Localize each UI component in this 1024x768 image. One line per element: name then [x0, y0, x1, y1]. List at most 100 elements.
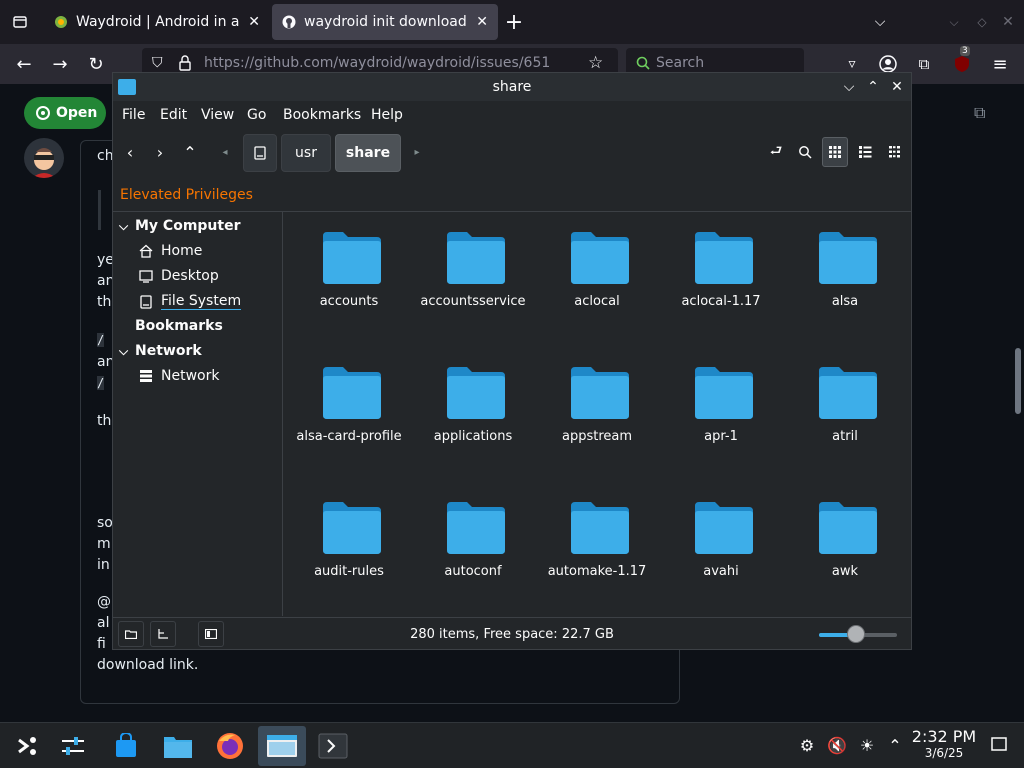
firefox-icon[interactable]	[207, 726, 253, 766]
extensions-icon[interactable]: ⧉	[912, 52, 936, 76]
reload-icon[interactable]: ↻	[84, 52, 108, 76]
folder-name: alsa	[831, 294, 859, 309]
brightness-icon[interactable]: ☀	[856, 736, 878, 755]
folder-item[interactable]: aclocal-1.17	[659, 212, 783, 342]
comment-text: al	[97, 615, 110, 631]
dolphin-task-icon[interactable]	[258, 726, 306, 766]
elevated-privileges-banner: Elevated Privileges	[120, 187, 253, 203]
menu-go[interactable]: Go	[247, 107, 266, 123]
taskbar: ⚙ 🔇 ☀ ⌃ 2:32 PM 3/6/25	[0, 722, 1024, 768]
places-item-file-system[interactable]: File System	[139, 293, 242, 310]
places-group-network[interactable]: ⌵ Network	[119, 343, 202, 359]
back-icon[interactable]: ‹	[118, 139, 142, 165]
app-launcher-icon[interactable]	[4, 726, 50, 766]
tab-github-issue[interactable]: waydroid init download ge ✕	[272, 4, 498, 40]
menu-icon[interactable]: ≡	[988, 52, 1012, 76]
close-tab-icon[interactable]: ✕	[248, 14, 260, 30]
close-browser-icon[interactable]: ✕	[996, 10, 1020, 34]
clock[interactable]: 2:32 PM 3/6/25	[908, 727, 980, 760]
folder-name: audit-rules	[314, 564, 384, 579]
place-label: Home	[161, 243, 203, 259]
copy-icon[interactable]: ⧉	[974, 103, 985, 123]
page-scrollbar-thumb[interactable]	[1015, 348, 1021, 414]
avatar[interactable]	[24, 138, 64, 178]
places-item-network[interactable]: Network	[139, 368, 219, 384]
folder-icon	[819, 232, 877, 284]
folder-name: accountsservice	[420, 294, 526, 309]
terminal-icon[interactable]	[310, 726, 356, 766]
window-titlebar[interactable]: share ⌵ ⌃ ✕	[113, 73, 911, 101]
folder-item[interactable]: autoconf	[411, 482, 535, 612]
drive-icon	[139, 294, 161, 309]
file-view[interactable]: accounts accountsservice aclocal aclocal-1.…	[284, 212, 911, 616]
tab-waydroid[interactable]: Waydroid | Android in a Li ✕	[44, 4, 270, 40]
up-icon[interactable]: ⌃	[178, 139, 202, 165]
breadcrumb-scroll-right-icon[interactable]: ▸	[405, 139, 429, 165]
waydroid-icon	[54, 15, 68, 29]
show-desktop-icon[interactable]	[988, 736, 1010, 755]
minimize-icon[interactable]: ⌵	[839, 77, 859, 97]
places-group-bookmarks[interactable]: Bookmarks	[119, 318, 223, 334]
back-icon[interactable]: ←	[12, 52, 36, 76]
folder-item[interactable]: appstream	[535, 347, 659, 477]
code-snippet: /	[97, 333, 105, 347]
folder-item[interactable]: avahi	[659, 482, 783, 612]
breadcrumb-root-drive[interactable]	[243, 134, 277, 172]
discover-store-icon[interactable]	[103, 726, 149, 766]
close-tab-icon[interactable]: ✕	[476, 14, 488, 30]
minimize-browser-icon[interactable]: ⌵	[942, 10, 966, 34]
breadcrumb-scroll-left-icon[interactable]: ◂	[213, 139, 237, 165]
folder-item[interactable]: aclocal	[535, 212, 659, 342]
breadcrumb-share[interactable]: share	[335, 134, 401, 172]
search-icon[interactable]	[792, 137, 818, 167]
maximize-browser-icon[interactable]: ◇	[970, 10, 994, 34]
folder-item[interactable]: apr-1	[659, 347, 783, 477]
places-item-home[interactable]: Home	[139, 243, 202, 259]
ublock-icon[interactable]: 3	[950, 46, 974, 76]
tab-title: Waydroid | Android in a Li	[76, 14, 241, 30]
menu-bookmarks[interactable]: Bookmarks	[283, 107, 361, 123]
folder-item[interactable]: automake-1.17	[535, 482, 659, 612]
menu-edit[interactable]: Edit	[160, 107, 187, 123]
tab-list-icon[interactable]	[8, 10, 32, 34]
folder-name: apr-1	[704, 429, 738, 444]
icons-view-icon[interactable]	[822, 137, 848, 167]
places-item-desktop[interactable]: Desktop	[139, 268, 219, 284]
new-tab-button[interactable]: +	[502, 10, 526, 35]
menu-view[interactable]: View	[201, 107, 234, 123]
folder-icon	[571, 232, 629, 284]
folder-item[interactable]: alsa	[783, 212, 907, 342]
shield-icon[interactable]: ⛉	[152, 55, 163, 71]
close-icon[interactable]: ✕	[887, 77, 907, 97]
tray-expand-icon[interactable]: ⌃	[884, 736, 906, 755]
folder-item[interactable]: applications	[411, 347, 535, 477]
bookmark-star-icon[interactable]: ☆	[588, 53, 603, 73]
list-all-tabs-icon[interactable]: ⌵	[868, 10, 892, 34]
system-settings-icon[interactable]	[50, 726, 96, 766]
folder-icon	[571, 367, 629, 419]
mention-text[interactable]: @	[97, 594, 111, 610]
menu-file[interactable]: File	[122, 107, 145, 123]
folder-icon	[819, 367, 877, 419]
folder-item[interactable]: audit-rules	[287, 482, 411, 612]
breadcrumb-usr[interactable]: usr	[281, 134, 331, 172]
folder-item[interactable]: accountsservice	[411, 212, 535, 342]
open-terminal-icon[interactable]: ⮐	[763, 137, 789, 167]
maximize-icon[interactable]: ⌃	[863, 77, 883, 97]
places-group-my-computer[interactable]: ⌵ My Computer	[119, 218, 241, 234]
folder-item[interactable]: accounts	[287, 212, 411, 342]
forward-icon[interactable]: →	[48, 52, 72, 76]
folder-name: accounts	[319, 294, 379, 309]
volume-muted-icon[interactable]: 🔇	[826, 736, 848, 755]
file-manager-icon[interactable]	[155, 726, 201, 766]
quote-bar	[98, 190, 101, 230]
menu-help[interactable]: Help	[371, 107, 403, 123]
folder-item[interactable]: atril	[783, 347, 907, 477]
compact-view-icon[interactable]	[882, 137, 908, 167]
folder-item[interactable]: awk	[783, 482, 907, 612]
details-view-icon[interactable]	[852, 137, 878, 167]
folder-icon	[819, 502, 877, 554]
network-status-icon[interactable]: ⚙	[796, 736, 818, 755]
folder-item[interactable]: alsa-card-profile	[287, 347, 411, 477]
forward-icon[interactable]: ›	[148, 139, 172, 165]
